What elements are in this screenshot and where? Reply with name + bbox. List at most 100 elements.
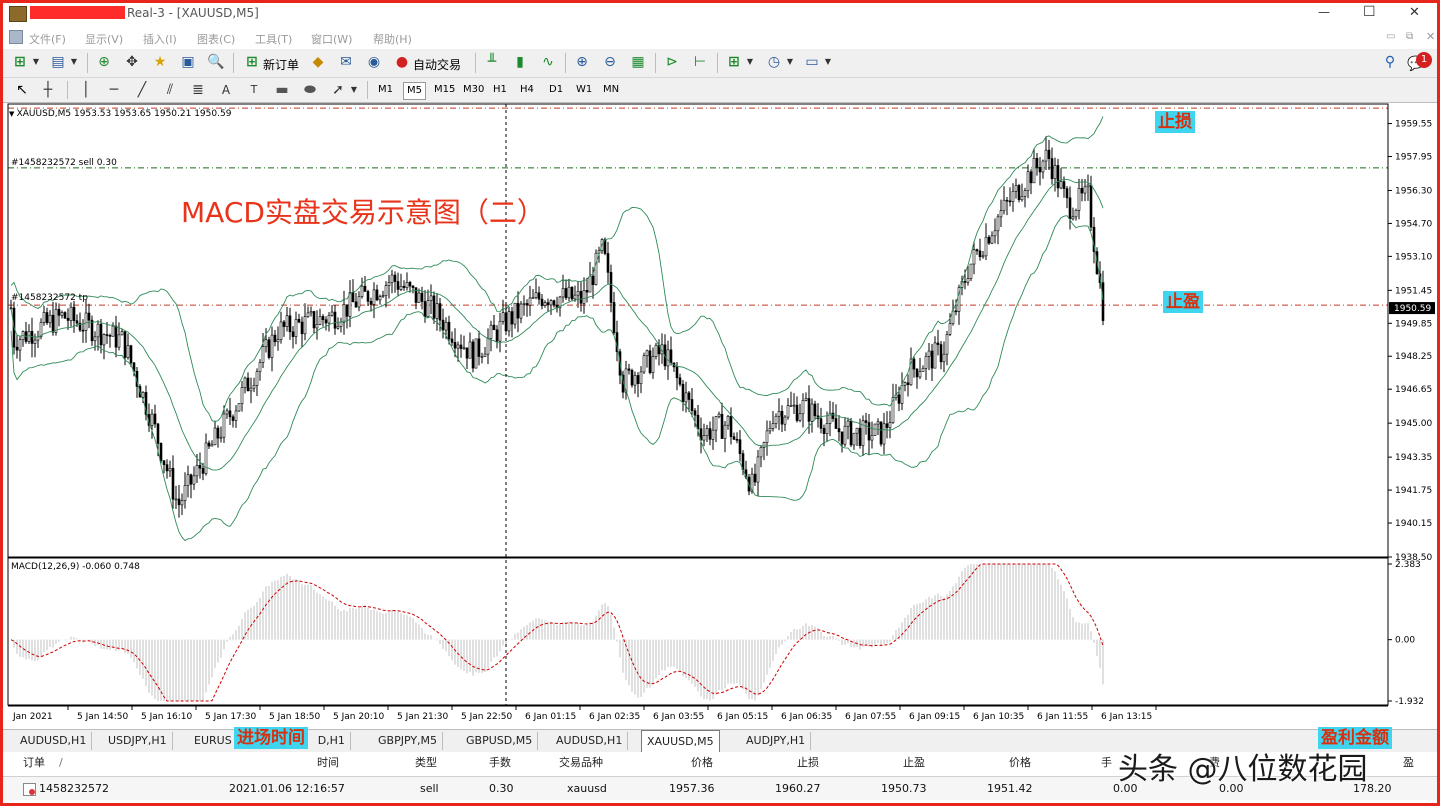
menu-file[interactable]: 文件(F): [29, 31, 66, 47]
zoom-in-icon[interactable]: ⊕: [573, 53, 591, 71]
candle-body: [984, 236, 988, 257]
candle-body: [846, 420, 850, 427]
candlestick-icon[interactable]: ▮: [511, 53, 529, 71]
bar-chart-icon[interactable]: ╨: [483, 53, 501, 71]
rectangle-icon[interactable]: ▬: [273, 81, 291, 99]
col-profit[interactable]: 盈: [1403, 752, 1414, 774]
menu-help[interactable]: 帮助(H): [373, 31, 412, 47]
ellipse-icon[interactable]: ⬬: [301, 81, 319, 99]
crosshair-icon[interactable]: ┼: [39, 81, 57, 99]
col-order[interactable]: 订单: [23, 752, 45, 774]
chevron-down-icon[interactable]: ▼: [345, 81, 363, 99]
menu-tools[interactable]: 工具(T): [255, 31, 292, 47]
new-order-button[interactable]: 新订单: [263, 56, 299, 73]
timeframe-m1[interactable]: M1: [375, 82, 396, 98]
candle-body: [711, 429, 715, 440]
col-symbol[interactable]: 交易品种: [559, 752, 603, 774]
equidistant-channel-icon[interactable]: ⫽: [161, 81, 179, 99]
timeframe-h4[interactable]: H4: [517, 82, 537, 98]
market-watch-icon[interactable]: ⊕: [95, 53, 113, 71]
col-tp[interactable]: 止盈: [903, 752, 925, 774]
child-minimize-icon[interactable]: ▭: [1386, 31, 1395, 42]
candle-body: [945, 334, 949, 355]
chevron-down-icon[interactable]: ▼: [819, 53, 837, 71]
strategy-tester-icon[interactable]: 🔍: [207, 53, 225, 71]
timeframe-mn[interactable]: MN: [600, 82, 622, 98]
tile-windows-icon[interactable]: ▦: [629, 53, 647, 71]
menu-window[interactable]: 窗口(W): [311, 31, 352, 47]
terminal-icon[interactable]: ▣: [179, 53, 197, 71]
cell-current-price: 1951.42: [987, 782, 1033, 795]
timeframe-d1[interactable]: D1: [546, 82, 566, 98]
candle-body: [327, 314, 331, 324]
cell-time: 2021.01.06 12:16:57: [229, 782, 345, 795]
col-time[interactable]: 时间: [317, 752, 339, 774]
candle-body: [849, 420, 853, 446]
col-type[interactable]: 类型: [415, 752, 437, 774]
candle-body: [375, 289, 379, 301]
navigator-icon[interactable]: ★: [151, 53, 169, 71]
col-current-price[interactable]: 价格: [1009, 752, 1031, 774]
timeframe-h1[interactable]: H1: [490, 82, 510, 98]
candle-body: [324, 319, 328, 324]
candle-body: [885, 423, 889, 428]
child-restore-icon[interactable]: ⧉: [1406, 31, 1413, 42]
data-window-icon[interactable]: ✥: [123, 53, 141, 71]
col-price[interactable]: 价格: [691, 752, 713, 774]
candle-body: [771, 423, 775, 429]
line-chart-icon[interactable]: ∿: [539, 53, 557, 71]
tab-gbpjpy-m5[interactable]: GBPJPY,M5: [373, 732, 444, 750]
chart-shift-icon[interactable]: ⊢: [691, 53, 709, 71]
child-close-icon[interactable]: ✕: [1426, 30, 1435, 43]
candle-body: [687, 392, 691, 400]
candle-body: [180, 500, 184, 506]
tab-gbpusd-m5[interactable]: GBPUSD,M5: [461, 732, 539, 750]
tab-audusd-h1[interactable]: AUDUSD,H1: [15, 732, 93, 750]
new-order-icon[interactable]: ⊞: [243, 53, 261, 71]
search-icon[interactable]: ⚲: [1381, 53, 1399, 71]
signals-icon[interactable]: ◉: [365, 53, 383, 71]
candle-body: [903, 382, 907, 386]
vertical-line-icon[interactable]: │: [77, 81, 95, 99]
trendline-icon[interactable]: ╱: [133, 81, 151, 99]
col-lots[interactable]: 手数: [489, 752, 511, 774]
fibonacci-icon[interactable]: ≣: [189, 81, 207, 99]
auto-trading-button[interactable]: 自动交易: [413, 56, 461, 73]
chevron-down-icon[interactable]: ▼: [781, 53, 799, 71]
auto-scroll-icon[interactable]: ⊳: [663, 53, 681, 71]
time-tick-label: 6 Jan 11:55: [1037, 712, 1088, 722]
time-tick-label: 5 Jan 22:50: [461, 712, 513, 722]
chevron-down-icon[interactable]: ▼: [741, 53, 759, 71]
cursor-icon[interactable]: ↖: [13, 81, 31, 99]
timeframe-m30[interactable]: M30: [460, 82, 487, 98]
auto-trading-icon[interactable]: ●: [393, 53, 411, 71]
col-sl[interactable]: 止损: [797, 752, 819, 774]
menu-insert[interactable]: 插入(I): [143, 31, 177, 47]
candle-body: [768, 428, 772, 432]
close-button[interactable]: ✕: [1409, 5, 1420, 20]
chevron-down-icon[interactable]: ▼: [27, 53, 45, 71]
zoom-out-icon[interactable]: ⊖: [601, 53, 619, 71]
minimize-button[interactable]: —: [1318, 5, 1330, 19]
tab-audjpy-h1[interactable]: AUDJPY,H1: [741, 732, 812, 750]
mailbox-icon[interactable]: ✉: [337, 53, 355, 71]
candle-body: [102, 334, 106, 346]
menu-charts[interactable]: 图表(C): [197, 31, 235, 47]
tab-usdjpy-h1[interactable]: USDJPY,H1: [103, 732, 173, 750]
candle-body: [549, 300, 553, 306]
timeframe-w1[interactable]: W1: [573, 82, 595, 98]
col-commission[interactable]: 手: [1101, 752, 1112, 774]
menu-view[interactable]: 显示(V): [85, 31, 123, 47]
maximize-button[interactable]: ☐: [1363, 4, 1376, 20]
chevron-down-icon[interactable]: ▼: [65, 53, 83, 71]
tab-xauusd-m5[interactable]: XAUUSD,M5: [641, 730, 720, 752]
candle-body: [864, 420, 868, 423]
text-icon[interactable]: A: [217, 81, 235, 99]
tab-audusd-h1-2[interactable]: AUDUSD,H1: [551, 732, 629, 750]
metaeditor-icon[interactable]: ◆: [309, 53, 327, 71]
text-label-icon[interactable]: T: [245, 81, 263, 99]
chart-window[interactable]: 1959.55 1957.95 1956.30 1954.70 1953.10 1951.…: [3, 103, 1437, 728]
horizontal-line-icon[interactable]: ─: [105, 81, 123, 99]
timeframe-m5[interactable]: M5: [403, 82, 426, 100]
timeframe-m15[interactable]: M15: [431, 82, 458, 98]
